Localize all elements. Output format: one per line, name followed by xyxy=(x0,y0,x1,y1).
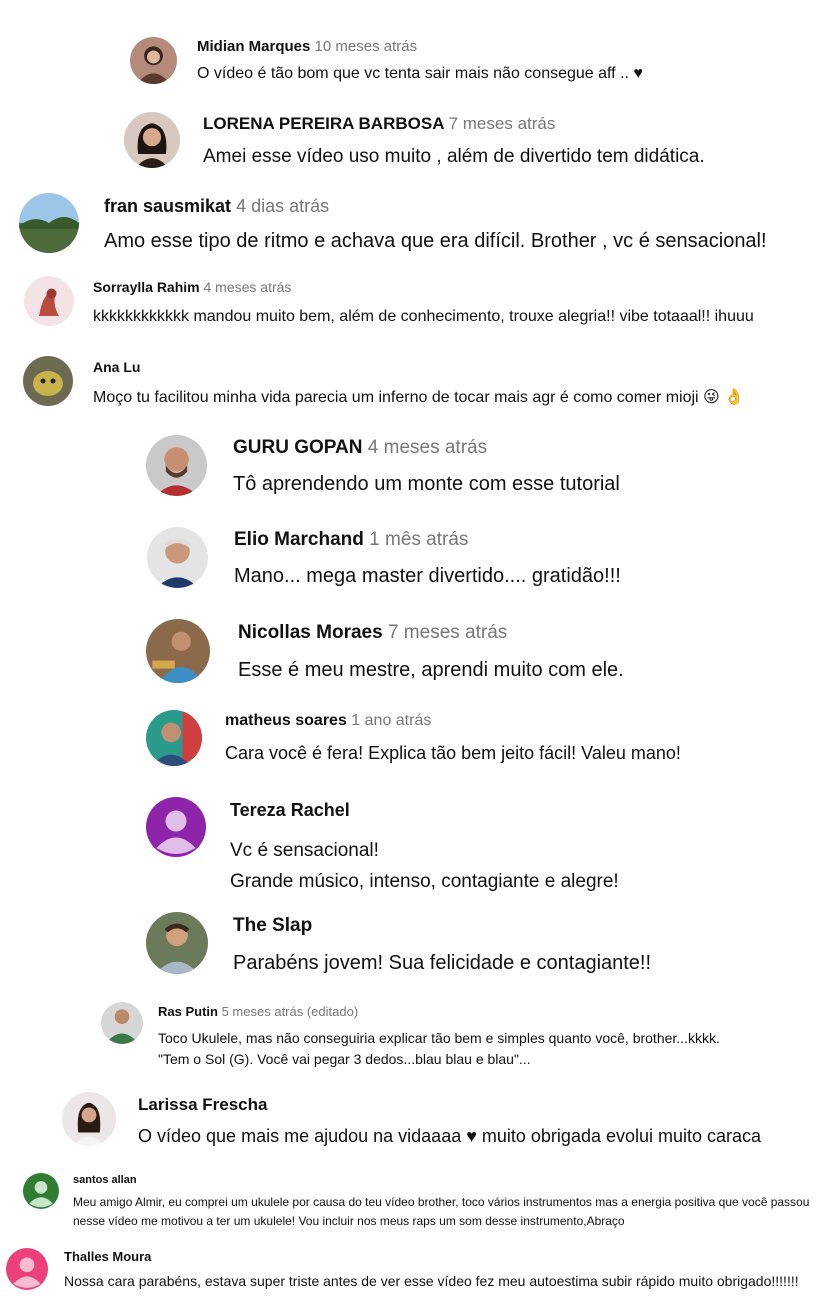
comment-text: Toco Ukulele, mas não conseguiria explic… xyxy=(158,1030,720,1067)
avatar[interactable] xyxy=(147,527,208,588)
comment-text: O vídeo é tão bom que vc tenta sair mais… xyxy=(197,65,643,82)
comment-author[interactable]: GURU GOPAN 4 meses atrás xyxy=(233,437,487,459)
comment-author[interactable]: santos allan xyxy=(73,1174,137,1186)
comment-text: Moço tu facilitou minha vida parecia um … xyxy=(93,389,745,406)
comment-text: Vc é sensacional! Grande músico, intenso… xyxy=(230,840,619,892)
comment-author[interactable]: matheus soares 1 ano atrás xyxy=(225,712,431,730)
avatar[interactable] xyxy=(62,1092,116,1146)
author-name[interactable]: Nicollas Moraes xyxy=(238,622,383,643)
avatar[interactable] xyxy=(146,435,207,496)
author-name[interactable]: Midian Marques xyxy=(197,38,310,55)
comment-text: Amei esse vídeo uso muito , além de dive… xyxy=(203,146,705,167)
avatar[interactable] xyxy=(146,912,208,974)
author-name[interactable]: Larissa Frescha xyxy=(138,1095,267,1114)
avatar[interactable] xyxy=(6,1248,48,1290)
comment-time[interactable]: 10 meses atrás xyxy=(315,38,418,55)
comment-author[interactable]: Midian Marques 10 meses atrás xyxy=(197,38,417,55)
author-name[interactable]: LORENA PEREIRA BARBOSA xyxy=(203,114,444,133)
avatar[interactable] xyxy=(130,37,177,84)
comment-text: Meu amigo Almir, eu comprei um ukulele p… xyxy=(73,1195,810,1228)
author-name[interactable]: santos allan xyxy=(73,1174,137,1186)
comment-time[interactable]: 1 mês atrás xyxy=(369,529,468,550)
author-name[interactable]: matheus soares xyxy=(225,712,347,729)
comment-time[interactable]: 4 meses atrás xyxy=(204,279,292,295)
comment-author[interactable]: Nicollas Moraes 7 meses atrás xyxy=(238,622,507,644)
comment-author[interactable]: Thalles Moura xyxy=(64,1249,151,1264)
author-name[interactable]: GURU GOPAN xyxy=(233,437,362,458)
comment-text: Mano... mega master divertido.... gratid… xyxy=(234,565,621,587)
comment-text: Parabéns jovem! Sua felicidade e contagi… xyxy=(233,952,652,974)
comment-time[interactable]: 4 meses atrás xyxy=(368,437,487,458)
avatar[interactable] xyxy=(23,1173,59,1209)
avatar[interactable] xyxy=(124,112,180,168)
author-name[interactable]: Sorraylla Rahim xyxy=(93,279,200,295)
avatar[interactable] xyxy=(146,797,206,857)
comment-time[interactable]: 1 ano atrás xyxy=(351,712,431,729)
author-name[interactable]: Tereza Rachel xyxy=(230,800,350,820)
comment-author[interactable]: Tereza Rachel xyxy=(230,800,350,821)
comment-text: O vídeo que mais me ajudou na vidaaaa ♥ … xyxy=(138,1126,762,1146)
comment-text: Amo esse tipo de ritmo e achava que era … xyxy=(104,230,767,252)
comment-author[interactable]: The Slap xyxy=(233,915,312,937)
author-name[interactable]: fran sausmikat xyxy=(104,196,231,216)
comment-author[interactable]: Elio Marchand 1 mês atrás xyxy=(234,529,468,551)
comment-text: Tô aprendendo um monte com esse tutorial xyxy=(233,473,620,495)
avatar[interactable] xyxy=(146,710,202,766)
comment-text: Nossa cara parabéns, estava super triste… xyxy=(64,1273,799,1289)
author-name[interactable]: The Slap xyxy=(233,915,312,936)
avatar[interactable] xyxy=(19,193,79,253)
comment-text: kkkkkkkkkkkk mandou muito bem, além de c… xyxy=(93,308,754,325)
avatar[interactable] xyxy=(23,356,73,406)
comment-time[interactable]: 5 meses atrás (editado) xyxy=(222,1004,359,1019)
comment-author[interactable]: Larissa Frescha xyxy=(138,1095,267,1115)
comment-author[interactable]: fran sausmikat 4 dias atrás xyxy=(104,196,329,217)
comment-author[interactable]: Ana Lu xyxy=(93,359,140,375)
author-name[interactable]: Elio Marchand xyxy=(234,529,364,550)
avatar[interactable] xyxy=(24,276,74,326)
comment-text: Esse é meu mestre, aprendi muito com ele… xyxy=(238,659,624,681)
comment-text: Cara você é fera! Explica tão bem jeito … xyxy=(225,743,681,763)
avatar[interactable] xyxy=(146,619,210,683)
comment-author[interactable]: Ras Putin 5 meses atrás (editado) xyxy=(158,1004,358,1019)
avatar[interactable] xyxy=(101,1002,143,1044)
comment-time[interactable]: 7 meses atrás xyxy=(388,622,507,643)
author-name[interactable]: Ras Putin xyxy=(158,1004,218,1019)
comment-time[interactable]: 4 dias atrás xyxy=(236,196,329,216)
comment-author[interactable]: LORENA PEREIRA BARBOSA 7 meses atrás xyxy=(203,114,555,134)
comment-time[interactable]: 7 meses atrás xyxy=(449,114,556,133)
comment-author[interactable]: Sorraylla Rahim 4 meses atrás xyxy=(93,279,291,295)
author-name[interactable]: Ana Lu xyxy=(93,359,140,375)
author-name[interactable]: Thalles Moura xyxy=(64,1249,151,1264)
